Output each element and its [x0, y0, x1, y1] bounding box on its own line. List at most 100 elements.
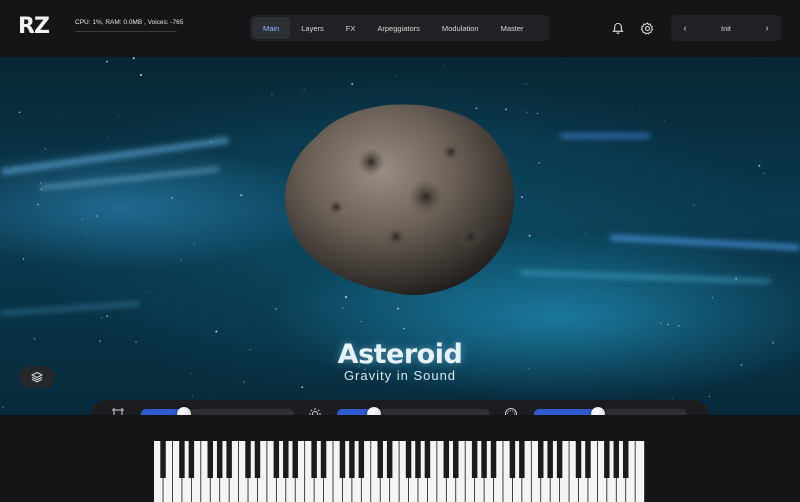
black-key[interactable]	[311, 441, 317, 478]
black-key[interactable]	[556, 441, 563, 478]
tab-main[interactable]: Main	[252, 17, 291, 39]
star	[774, 376, 775, 378]
star	[220, 266, 222, 267]
product-title: Asteroid	[337, 339, 463, 370]
black-key[interactable]	[245, 441, 251, 478]
star	[10, 144, 12, 146]
tab-master[interactable]: Master	[490, 17, 535, 39]
star	[106, 60, 108, 63]
black-key[interactable]	[481, 441, 487, 478]
black-key[interactable]	[358, 441, 365, 478]
black-key[interactable]	[453, 441, 459, 478]
top-bar: RZ CPU: 1%, RAM: 0.0MB , Voices: -765 Ma…	[0, 0, 800, 57]
white-key[interactable]	[635, 441, 645, 502]
black-key[interactable]	[415, 441, 421, 478]
star	[95, 214, 98, 218]
star	[763, 172, 765, 174]
star	[527, 367, 529, 369]
black-key[interactable]	[179, 441, 185, 478]
layers-button[interactable]	[19, 366, 55, 388]
black-key[interactable]	[349, 441, 355, 478]
black-key[interactable]	[613, 441, 620, 478]
hero-title-block: Asteroid Gravity in Sound	[300, 339, 500, 383]
app-window: RZ CPU: 1%, RAM: 0.0MB , Voices: -765 Ma…	[0, 0, 800, 502]
star	[360, 321, 362, 322]
star	[202, 226, 204, 227]
star	[301, 386, 304, 389]
tab-layers[interactable]: Layers	[290, 17, 335, 39]
chevron-left-icon[interactable]: ‹	[679, 23, 691, 34]
star	[663, 120, 665, 122]
star	[85, 234, 87, 236]
keyboard-panel	[0, 415, 800, 502]
black-key[interactable]	[471, 441, 478, 478]
star	[671, 397, 673, 400]
star	[271, 93, 273, 96]
star	[190, 372, 192, 375]
black-key[interactable]	[575, 441, 582, 478]
star	[536, 112, 539, 115]
black-key[interactable]	[320, 441, 327, 478]
star	[403, 327, 405, 330]
star	[40, 182, 42, 184]
star	[193, 243, 195, 245]
black-key[interactable]	[386, 441, 393, 478]
black-key[interactable]	[405, 441, 412, 478]
star	[538, 161, 541, 164]
black-key[interactable]	[226, 441, 232, 478]
star	[712, 297, 714, 299]
star	[264, 66, 265, 68]
tab-fx[interactable]: FX	[335, 17, 367, 39]
status-readout: CPU: 1%, RAM: 0.0MB , Voices: -765	[75, 19, 183, 32]
star	[632, 105, 633, 107]
black-key[interactable]	[216, 441, 223, 478]
black-key[interactable]	[585, 441, 591, 478]
star	[693, 204, 695, 206]
black-key[interactable]	[283, 441, 289, 478]
black-key[interactable]	[519, 441, 525, 478]
tab-arpeggiators[interactable]: Arpeggiators	[366, 17, 431, 39]
black-key[interactable]	[160, 441, 166, 478]
star	[710, 179, 712, 181]
tab-modulation[interactable]: Modulation	[431, 17, 490, 39]
star	[303, 88, 305, 91]
black-key[interactable]	[509, 441, 516, 478]
black-key[interactable]	[188, 441, 195, 478]
star	[139, 73, 143, 76]
black-key[interactable]	[424, 441, 431, 478]
bell-icon[interactable]	[610, 20, 626, 36]
black-key[interactable]	[604, 441, 610, 478]
black-key[interactable]	[547, 441, 553, 478]
black-key[interactable]	[292, 441, 298, 478]
chevron-right-icon[interactable]: ›	[761, 23, 773, 34]
black-key[interactable]	[207, 441, 213, 478]
black-key[interactable]	[339, 441, 346, 478]
star	[134, 70, 136, 71]
star	[118, 116, 120, 118]
black-key[interactable]	[622, 441, 629, 478]
star	[563, 61, 564, 63]
black-key[interactable]	[490, 441, 497, 478]
star	[159, 245, 161, 247]
piano-keyboard[interactable]	[154, 441, 645, 502]
hero-artwork: Asteroid Gravity in Sound	[0, 57, 800, 415]
gear-icon[interactable]	[639, 20, 655, 36]
star	[99, 339, 102, 343]
black-key[interactable]	[538, 441, 544, 478]
star	[89, 174, 91, 175]
star	[526, 111, 528, 114]
black-key[interactable]	[254, 441, 261, 478]
black-key[interactable]	[443, 441, 450, 478]
star	[146, 291, 148, 293]
star	[667, 323, 670, 326]
star	[585, 232, 587, 234]
star	[33, 337, 36, 340]
star	[573, 285, 575, 287]
preset-selector[interactable]: ‹ Init ›	[671, 15, 781, 41]
black-key[interactable]	[377, 441, 383, 478]
asteroid-image	[285, 104, 515, 295]
light-streak	[560, 134, 650, 138]
black-key[interactable]	[273, 441, 280, 478]
star	[108, 136, 110, 138]
star	[677, 325, 680, 327]
